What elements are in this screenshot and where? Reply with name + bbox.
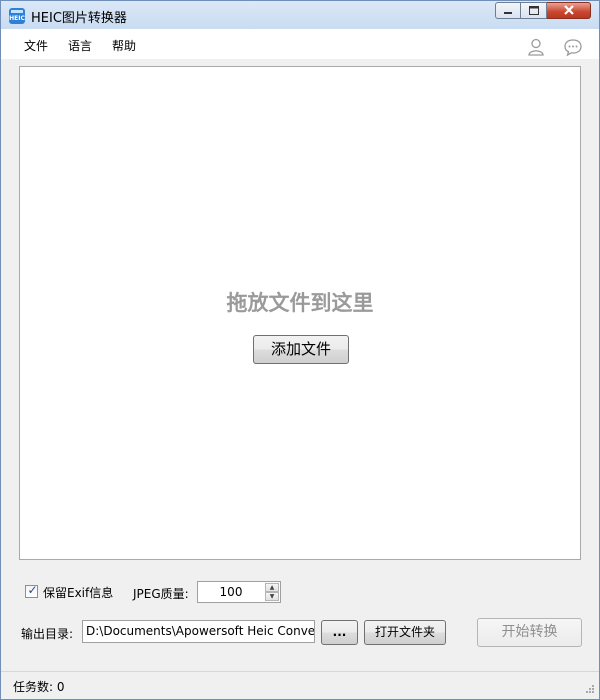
resize-grip-icon[interactable]: [583, 684, 595, 696]
add-files-button[interactable]: 添加文件: [253, 335, 349, 364]
maximize-icon: [521, 3, 546, 18]
title-bar[interactable]: HEIC HEIC图片转换器: [1, 1, 599, 29]
chat-icon[interactable]: [563, 37, 583, 57]
menu-language[interactable]: 语言: [68, 37, 92, 54]
stepper-down-icon[interactable]: ▼: [265, 592, 279, 601]
options-row: ✓ 保留Exif信息 JPEG质量: 100 ▲ ▼: [1, 579, 599, 607]
checkmark-icon: ✓: [27, 583, 38, 597]
app-window: HEIC HEIC图片转换器 文件 语言 帮助 拖放文件到这里 添加文件 ✓ 保…: [0, 0, 600, 700]
heic-app-icon: HEIC: [9, 8, 25, 24]
menu-help[interactable]: 帮助: [112, 37, 136, 54]
menu-file[interactable]: 文件: [24, 37, 48, 54]
window-controls: [495, 2, 591, 21]
keep-exif-label[interactable]: 保留Exif信息: [43, 584, 113, 601]
close-button[interactable]: [547, 2, 591, 19]
task-count-text: 任务数: 0: [13, 680, 65, 694]
app-icon-label: HEIC: [9, 15, 25, 22]
output-path-field[interactable]: D:\Documents\Apowersoft Heic Conver: [82, 620, 315, 643]
jpeg-quality-value[interactable]: 100: [198, 585, 264, 599]
minimize-button[interactable]: [495, 2, 521, 19]
status-bar: 任务数: 0: [1, 671, 599, 699]
drop-hint-text: 拖放文件到这里: [226, 291, 374, 315]
close-icon: [547, 3, 590, 18]
minimize-icon: [496, 3, 520, 18]
jpeg-quality-label: JPEG质量:: [133, 587, 189, 601]
keep-exif-checkbox[interactable]: ✓: [25, 583, 38, 598]
output-dir-label: 输出目录:: [21, 627, 74, 641]
open-folder-button[interactable]: 打开文件夹: [364, 620, 446, 645]
output-row: 输出目录: D:\Documents\Apowersoft Heic Conve…: [1, 618, 599, 648]
user-icon[interactable]: [526, 37, 546, 57]
menu-bar: 文件 语言 帮助: [1, 29, 599, 59]
window-title: HEIC图片转换器: [31, 11, 127, 26]
file-drop-zone[interactable]: 拖放文件到这里 添加文件: [19, 66, 581, 560]
browse-button[interactable]: ...: [321, 620, 358, 645]
start-convert-button[interactable]: 开始转换: [477, 618, 582, 647]
maximize-button[interactable]: [521, 2, 547, 19]
jpeg-quality-stepper[interactable]: 100 ▲ ▼: [197, 581, 281, 603]
stepper-up-icon[interactable]: ▲: [265, 583, 279, 592]
